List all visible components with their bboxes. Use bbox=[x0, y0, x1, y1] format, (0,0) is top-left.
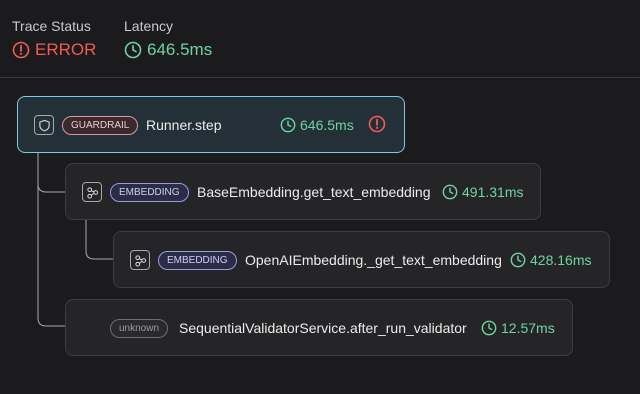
clock-icon bbox=[280, 117, 296, 133]
span-name: OpenAIEmbedding._get_text_embedding bbox=[245, 252, 502, 268]
connector-root-to-validator bbox=[37, 184, 66, 327]
span-kind-badge: unknown bbox=[110, 319, 169, 338]
clock-icon bbox=[481, 320, 497, 336]
span-kind-badge: GUARDRAIL bbox=[62, 116, 139, 135]
span-latency: 646.5ms bbox=[280, 115, 354, 135]
span-row-openai-embedding[interactable]: EMBEDDING OpenAIEmbedding._get_text_embe… bbox=[113, 231, 610, 288]
span-latency-value: 428.16ms bbox=[530, 252, 592, 268]
span-row-base-embedding[interactable]: EMBEDDING BaseEmbedding.get_text_embeddi… bbox=[65, 163, 541, 220]
trace-status-label: Trace Status bbox=[12, 18, 91, 34]
span-latency-value: 646.5ms bbox=[300, 117, 354, 133]
latency-value: 646.5ms bbox=[147, 40, 213, 59]
trace-status: Trace Status ERROR bbox=[12, 18, 96, 60]
span-latency: 428.16ms bbox=[510, 250, 591, 270]
clock-icon bbox=[510, 252, 526, 268]
error-icon bbox=[12, 41, 30, 59]
trace-latency: Latency 646.5ms bbox=[124, 18, 212, 60]
span-kind-badge: EMBEDDING bbox=[158, 251, 237, 270]
span-latency-value: 491.31ms bbox=[462, 184, 524, 200]
span-latency-value: 12.57ms bbox=[501, 320, 555, 336]
span-latency: 491.31ms bbox=[442, 182, 523, 202]
span-name: Runner.step bbox=[146, 117, 222, 133]
span-name: BaseEmbedding.get_text_embedding bbox=[197, 184, 431, 200]
span-latency: 12.57ms bbox=[481, 318, 555, 338]
span-row-sequential-validator[interactable]: unknown SequentialValidatorService.after… bbox=[65, 299, 573, 356]
trace-header: Trace Status ERROR Latency 646.5ms bbox=[0, 0, 640, 78]
shield-icon bbox=[34, 115, 54, 135]
latency-label: Latency bbox=[124, 18, 174, 34]
clock-icon bbox=[124, 41, 142, 59]
span-error-icon bbox=[368, 115, 386, 133]
span-kind-badge: EMBEDDING bbox=[110, 183, 189, 202]
embedding-icon bbox=[82, 182, 102, 202]
clock-icon bbox=[442, 184, 458, 200]
trace-status-value: ERROR bbox=[35, 40, 97, 59]
span-name: SequentialValidatorService.after_run_val… bbox=[179, 320, 467, 336]
embedding-icon bbox=[130, 250, 150, 270]
span-row-runner-step[interactable]: GUARDRAIL Runner.step 646.5ms bbox=[17, 96, 405, 153]
